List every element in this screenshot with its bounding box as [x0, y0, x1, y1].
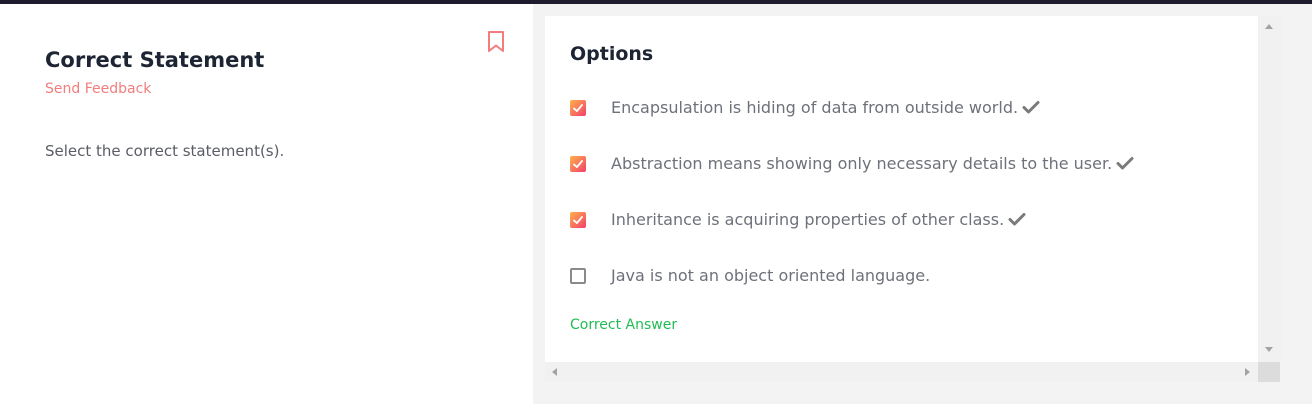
checkmark-icon: [1022, 97, 1040, 114]
option-item[interactable]: Abstraction means showing only necessary…: [570, 152, 1230, 176]
send-feedback-link[interactable]: Send Feedback: [45, 81, 151, 97]
horizontal-scrollbar[interactable]: [545, 362, 1258, 382]
option-item[interactable]: Encapsulation is hiding of data from out…: [570, 96, 1230, 120]
question-prompt: Select the correct statement(s).: [45, 142, 285, 160]
question-title: Correct Statement: [45, 48, 265, 72]
option-item[interactable]: Java is not an object oriented language.: [570, 264, 1230, 288]
option-label: Java is not an object oriented language.: [611, 266, 931, 285]
option-checkbox[interactable]: [570, 212, 586, 228]
option-label: Encapsulation is hiding of data from out…: [611, 96, 1040, 120]
vertical-scrollbar[interactable]: [1258, 16, 1282, 362]
checkmark-icon: [1116, 153, 1134, 170]
option-item[interactable]: Inheritance is acquiring properties of o…: [570, 208, 1230, 232]
scroll-right-arrow-icon[interactable]: [1245, 368, 1250, 376]
options-card: Options Encapsulation is hiding of data …: [545, 16, 1258, 362]
option-label: Inheritance is acquiring properties of o…: [611, 208, 1026, 232]
option-checkbox[interactable]: [570, 156, 586, 172]
correct-answer-status: Correct Answer: [570, 317, 678, 333]
scroll-up-arrow-icon[interactable]: [1265, 24, 1273, 29]
scrollbar-corner: [1258, 362, 1280, 382]
checkmark-icon: [1008, 209, 1026, 226]
option-label: Abstraction means showing only necessary…: [611, 152, 1134, 176]
options-title: Options: [570, 43, 654, 65]
option-checkbox[interactable]: [570, 268, 586, 284]
scroll-left-arrow-icon[interactable]: [552, 368, 557, 376]
bookmark-icon[interactable]: [486, 30, 506, 54]
scroll-down-arrow-icon[interactable]: [1265, 347, 1273, 352]
option-checkbox[interactable]: [570, 100, 586, 116]
